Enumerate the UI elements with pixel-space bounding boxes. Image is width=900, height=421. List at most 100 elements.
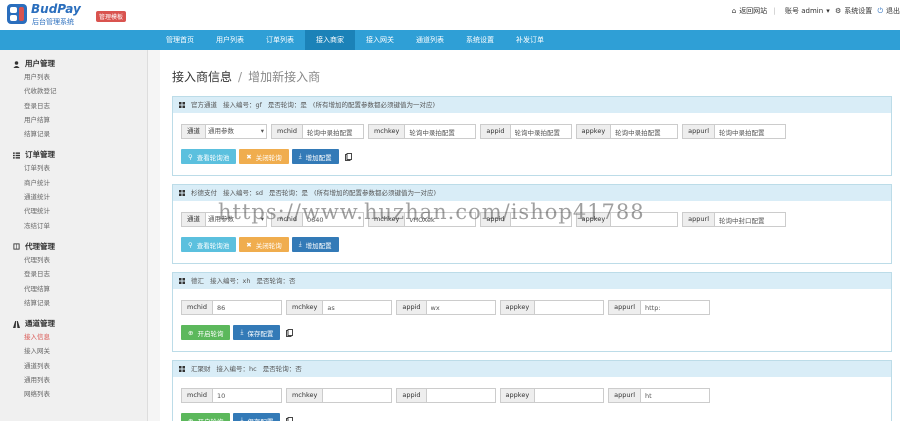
appid-label: appid [396,300,426,315]
nav-item-channels[interactable]: 通道列表 [405,30,455,50]
appurl-label: appurl [608,300,641,315]
appid-input[interactable] [509,212,572,227]
add-config-button[interactable]: ⤓ 增加配置 [291,149,339,164]
logo-title: BudPay [31,2,81,16]
sidebar-item-agent-settlement-records[interactable]: 结算记录 [0,296,147,310]
logout-link[interactable]: 退出 [886,7,900,15]
nav-item-settings[interactable]: 系统设置 [455,30,505,50]
mchkey-input[interactable] [404,212,477,227]
mchid-input[interactable] [211,300,282,315]
appid-input[interactable] [425,388,496,403]
add-config-button[interactable]: ⤓ 增加配置 [291,237,339,252]
sidebar-item-agent-list[interactable]: 代理列表 [0,253,147,267]
download-icon: ⤓ [240,328,244,336]
mchkey-input[interactable] [322,388,393,403]
appid-input[interactable] [509,124,572,139]
logo-icon [7,4,27,24]
download-icon: ⤓ [298,240,302,248]
view-poll-button[interactable]: ⚲ 查看轮询池 [181,149,237,164]
sidebar-item-user-list[interactable]: 用户列表 [0,70,147,84]
appkey-input[interactable] [610,212,679,227]
download-icon: ⤓ [240,416,244,421]
save-config-button[interactable]: ⤓保存配置 [233,413,281,421]
mchkey-input[interactable] [404,124,477,139]
copy-icon[interactable] [286,328,294,337]
mchid-input[interactable] [301,124,364,139]
mchid-input[interactable] [301,212,364,227]
merchant-panel: 官方通道 接入编号：gf 是否轮询：是 (所有增加的配置参数都必须键值为一对应)… [172,96,892,176]
sidebar-item-agent-login-log[interactable]: 登录日志 [0,267,147,281]
road-icon [13,320,20,328]
open-poll-button[interactable]: ⊕开启轮询 [181,413,231,421]
page-subtitle: 增加新接入商 [248,70,321,84]
panel-code: 接入编号：hc [216,365,257,373]
sidebar-item-frozen-orders[interactable]: 冻结订单 [0,219,147,233]
copy-icon[interactable] [344,152,352,161]
nav-item-home[interactable]: 管理首页 [155,30,205,50]
sidebar-item-access-gateway[interactable]: 接入网关 [0,344,147,358]
add-config-label: 增加配置 [305,153,332,162]
panel-code: 接入编号：sd [223,189,264,197]
panel-note: (所有增加的配置参数都必须键值为一对应) [314,189,437,197]
chevron-down-icon: ▾ [260,215,264,223]
copy-icon[interactable] [286,416,294,421]
appkey-input[interactable] [610,124,679,139]
sidebar-item-agent-stats[interactable]: 代理统计 [0,204,147,218]
appid-label: appid [396,388,426,403]
home-link[interactable]: 返回网站 [739,7,767,15]
merchant-panel: 汇聚财 接入编号：hc 是否轮询：否 mchid mchkey appid ap… [172,360,892,421]
close-poll-button[interactable]: ✖ 关闭轮询 [239,237,289,252]
view-poll-label: 查看轮询池 [196,153,230,162]
channel-select[interactable]: 通用参数 ▾ [205,212,267,227]
nav-item-reissue[interactable]: 补发订单 [505,30,555,50]
view-poll-label: 查看轮询池 [196,241,230,250]
user-icon [13,60,20,68]
gear-icon: ⚙ [834,7,842,15]
appurl-input[interactable] [714,212,787,227]
mchkey-label: mchkey [285,388,323,403]
sidebar-item-agent-settlement[interactable]: 代理结算 [0,282,147,296]
sidebar-item-common-list[interactable]: 通用列表 [0,373,147,387]
account-link[interactable]: 账号 admin [785,7,823,15]
sidebar-title-users: 用户管理 [25,59,55,68]
panel-name: 德汇 [191,277,204,285]
mchkey-label: mchkey [367,124,405,139]
sidebar-item-user-settlement[interactable]: 用户结算 [0,113,147,127]
appurl-input[interactable] [640,300,711,315]
nav-item-orders[interactable]: 订单列表 [255,30,305,50]
sidebar-item-network-list[interactable]: 网络列表 [0,387,147,401]
sidebar-item-settlement-records[interactable]: 结算记录 [0,127,147,141]
view-poll-button[interactable]: ⚲ 查看轮询池 [181,237,237,252]
appid-input[interactable] [425,300,496,315]
mchid-label: mchid [181,300,212,315]
save-config-button[interactable]: ⤓保存配置 [233,325,281,340]
settings-link[interactable]: 系统设置 [844,7,872,15]
sidebar-item-login-log[interactable]: 登录日志 [0,99,147,113]
nav-item-gateway[interactable]: 接入网关 [355,30,405,50]
mchkey-label: mchkey [367,212,405,227]
channel-select[interactable]: 通用参数 ▾ [205,124,267,139]
nav-item-merchants[interactable]: 接入商家 [305,30,355,50]
sidebar-item-collection[interactable]: 代收款登记 [0,84,147,98]
merchant-panel: 杉德支付 接入编号：sd 是否轮询：是 (所有增加的配置参数都必须键值为一对应)… [172,184,892,264]
field-row: 通道通用参数 ▾ mchid mchkey appid appkey appurl [181,212,790,227]
top-links: ⌂ 返回网站 | 账号 admin ▾ ⚙ 系统设置 ⏻ 退出 [729,6,900,16]
appurl-input[interactable] [640,388,711,403]
grid-icon [179,366,185,372]
appkey-input[interactable] [534,388,605,403]
appkey-input[interactable] [534,300,605,315]
sidebar-item-channel-stats[interactable]: 通道统计 [0,190,147,204]
panel-code: 接入编号：gf [223,101,262,109]
mchid-input[interactable] [211,388,282,403]
sidebar-item-merchant-stats[interactable]: 商户统计 [0,176,147,190]
mchkey-input[interactable] [322,300,393,315]
open-poll-button[interactable]: ⊕开启轮询 [181,325,231,340]
sidebar-item-order-list[interactable]: 订单列表 [0,161,147,175]
close-poll-button[interactable]: ✖ 关闭轮询 [239,149,289,164]
appurl-input[interactable] [714,124,787,139]
template-badge: 管理模板 [96,11,127,22]
sidebar-item-channel-list[interactable]: 通道列表 [0,359,147,373]
sidebar-item-access-info[interactable]: 接入信息 [0,330,147,344]
plus-circle-icon: ⊕ [188,328,194,337]
nav-item-users[interactable]: 用户列表 [205,30,255,50]
